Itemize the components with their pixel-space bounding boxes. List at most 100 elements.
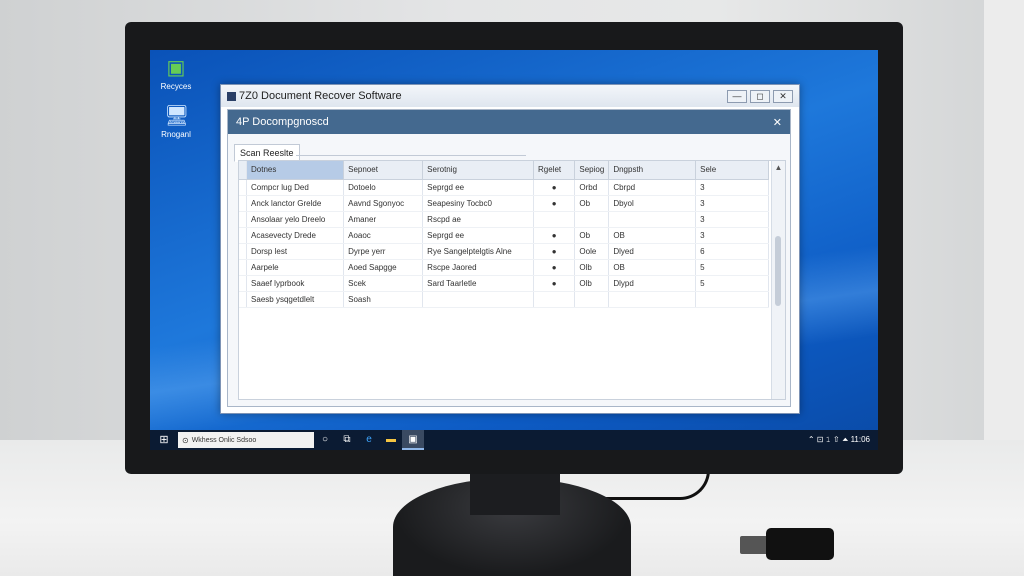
- table-cell: Seapesiny Tocbc0: [422, 195, 535, 212]
- window-titlebar[interactable]: 7Z0 Document Recover Software — ◻ ✕: [221, 85, 799, 107]
- table-row[interactable]: Anck lanctor Grelde Aavnd Sgonyoc Seapesin…: [239, 195, 769, 212]
- column-header[interactable]: Rgelet: [533, 161, 576, 180]
- search-text: Wkhess Onlic Sdsoo: [191, 436, 257, 444]
- table-cell: 5: [695, 275, 769, 292]
- column-header[interactable]: Sepnoet: [343, 161, 424, 180]
- app-icon: [227, 91, 236, 101]
- table-cell: 3: [695, 227, 769, 244]
- table-cell: Olb: [574, 259, 610, 276]
- table-cell: Ob: [574, 227, 610, 244]
- dialog-close-button[interactable]: ✕: [773, 116, 782, 129]
- table-cell: 3: [695, 195, 769, 212]
- dialog-titlebar[interactable]: 4P Docompgnoscd ✕: [228, 110, 790, 134]
- table-cell: 6: [695, 243, 769, 260]
- row-gutter: [239, 243, 248, 260]
- table-cell: [608, 291, 697, 308]
- table-cell: Amaner: [343, 211, 424, 228]
- desktop-icon-computer[interactable]: 🖥 Rnoganl: [154, 104, 198, 139]
- dialog-title: 4P Docompgnoscd: [236, 116, 329, 128]
- row-gutter: [239, 259, 248, 276]
- table-cell: ●: [533, 275, 576, 292]
- recycle-bin-icon: ▣: [166, 57, 186, 79]
- table-cell: Dbyol: [608, 195, 697, 212]
- table-cell: [608, 211, 697, 228]
- window-close-button[interactable]: ✕: [773, 89, 793, 103]
- cortana-icon[interactable]: ○: [314, 430, 336, 450]
- table-cell: Acasevecty Drede: [246, 227, 345, 244]
- table-cell: ●: [533, 243, 576, 260]
- table-cell: ●: [533, 195, 576, 212]
- table-cell: Ob: [574, 195, 610, 212]
- table-cell: [422, 291, 535, 308]
- table-cell: Ansolaar yelo Dreelo: [246, 211, 345, 228]
- table-cell: ●: [533, 179, 576, 196]
- table-cell: 3: [695, 179, 769, 196]
- table-cell: Aoaoc: [343, 227, 424, 244]
- edge-browser-icon[interactable]: e: [358, 430, 380, 450]
- table-row[interactable]: Dorsp lest Dyrpe yerr Rye Sangelptelgtis A…: [239, 243, 769, 260]
- table-cell: Dyrpe yerr: [343, 243, 424, 260]
- column-header[interactable]: Sepiog: [574, 161, 610, 180]
- table-cell: Dotoelo: [343, 179, 424, 196]
- table-cell: Soash: [343, 291, 424, 308]
- column-header[interactable]: Sele: [695, 161, 769, 180]
- table-row[interactable]: Ansolaar yelo Dreelo Amaner Rscpd ae 3: [239, 211, 769, 228]
- table-cell: 5: [695, 259, 769, 276]
- wall-corner: [984, 0, 1024, 470]
- column-header[interactable]: Dngpsth: [608, 161, 697, 180]
- scan-dialog: 4P Docompgnoscd ✕ Scan Reeslte Dotnes Se…: [227, 109, 791, 407]
- table-cell: Saesb ysqgetdlelt: [246, 291, 345, 308]
- column-header[interactable]: Dotnes: [246, 161, 345, 180]
- tray-text: ⌃ ⊡ 𝟷 ⇧ ⏶ 11:06: [807, 435, 870, 444]
- table-cell: Compcr lug Ded: [246, 179, 345, 196]
- table-cell: Anck lanctor Grelde: [246, 195, 345, 212]
- table-cell: Seprgd ee: [422, 179, 535, 196]
- row-gutter: [239, 291, 248, 308]
- table-row[interactable]: Aarpele Aoed Sapgge Rscpe Jaored ● Olb OB 5: [239, 259, 769, 276]
- maximize-button[interactable]: ◻: [750, 89, 770, 103]
- table-row[interactable]: Compcr lug Ded Dotoelo Seprgd ee ● Orbd Cbrpd…: [239, 179, 769, 196]
- vertical-scrollbar[interactable]: ▲: [771, 161, 785, 399]
- table-cell: Sard Taarletle: [422, 275, 535, 292]
- task-view-icon[interactable]: ⧉: [336, 430, 358, 450]
- search-icon: ⊙: [182, 435, 189, 445]
- file-explorer-icon[interactable]: ▬: [380, 430, 402, 450]
- taskbar: ⊞ ⊙ Wkhess Onlic Sdsoo ○ ⧉ e ▬ ▣ ⌃ ⊡ 𝟷 ⇧…: [150, 430, 878, 450]
- table-row[interactable]: Saaef lyprbook Scek Sard Taarletle ● Olb Dlyp…: [239, 275, 769, 292]
- table-row[interactable]: Acasevecty Drede Aoaoc Seprgd ee ● Ob OB 3: [239, 227, 769, 244]
- table-cell: Scek: [343, 275, 424, 292]
- desktop-icon-recycle-bin[interactable]: ▣ Recyces: [154, 56, 198, 91]
- table-header-row: Dotnes Sepnoet Serotnig Rgelet Sepiog Dn…: [239, 161, 769, 180]
- scrollbar-thumb[interactable]: [775, 236, 781, 306]
- recovery-app-taskbar-icon[interactable]: ▣: [402, 430, 424, 450]
- table-cell: [533, 291, 576, 308]
- table-cell: Oole: [574, 243, 610, 260]
- minimize-button[interactable]: —: [727, 89, 747, 103]
- taskbar-search-box[interactable]: ⊙ Wkhess Onlic Sdsoo: [178, 432, 314, 448]
- start-button[interactable]: ⊞: [150, 430, 178, 450]
- app-window: 7Z0 Document Recover Software — ◻ ✕ 4P D…: [220, 84, 800, 414]
- table-cell: Dlypd: [608, 275, 697, 292]
- table-cell: Dorsp lest: [246, 243, 345, 260]
- table-cell: Dlyed: [608, 243, 697, 260]
- table-cell: Olb: [574, 275, 610, 292]
- desktop-icon-label: Rnoganl: [161, 130, 191, 139]
- monitor-cable: [590, 470, 710, 500]
- results-grid: Dotnes Sepnoet Serotnig Rgelet Sepiog Dn…: [238, 160, 786, 400]
- system-tray[interactable]: ⌃ ⊡ 𝟷 ⇧ ⏶ 11:06: [804, 435, 878, 445]
- row-gutter: [239, 179, 248, 196]
- table-cell: Aarpele: [246, 259, 345, 276]
- table-cell: OB: [608, 227, 697, 244]
- usb-drive: [740, 528, 834, 560]
- results-table: Dotnes Sepnoet Serotnig Rgelet Sepiog Dn…: [239, 161, 769, 308]
- scroll-up-arrow-icon[interactable]: ▲: [772, 161, 785, 175]
- row-gutter: [239, 195, 248, 212]
- column-header[interactable]: Serotnig: [422, 161, 535, 180]
- table-cell: Seprgd ee: [422, 227, 535, 244]
- row-gutter: [239, 211, 248, 228]
- table-cell: Rscpe Jaored: [422, 259, 535, 276]
- table-row[interactable]: Saesb ysqgetdlelt Soash: [239, 291, 769, 308]
- desktop-icon-label: Recyces: [160, 82, 192, 91]
- screen: ▣ Recyces 🖥 Rnoganl 7Z0 Document Recover…: [150, 50, 878, 450]
- table-cell: 3: [695, 211, 769, 228]
